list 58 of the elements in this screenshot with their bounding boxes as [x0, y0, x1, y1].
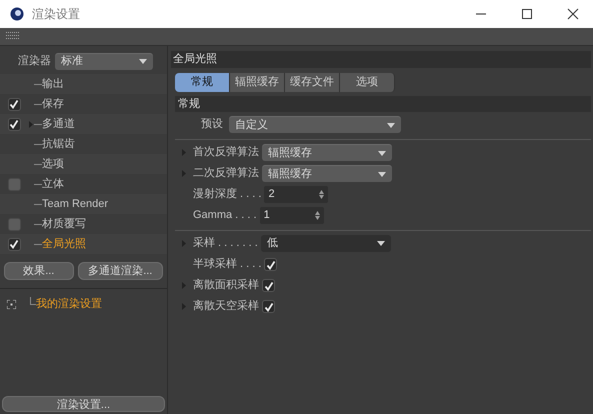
- setting-label: 离散面积采样: [193, 278, 259, 294]
- checkmark-icon: [9, 239, 19, 249]
- tree-item[interactable]: 保存: [42, 96, 64, 112]
- setting-label: 二次反弹算法: [193, 166, 259, 182]
- renderer-label: 渲染器: [18, 54, 51, 69]
- dropdown[interactable]: 辐照缓存: [262, 144, 392, 161]
- tree-item[interactable]: 抗锯齿: [42, 136, 75, 152]
- checkbox[interactable]: [8, 178, 20, 190]
- app-logo-icon: [10, 7, 24, 21]
- setting-label: 半球采样 . . . .: [193, 257, 262, 272]
- tree-item[interactable]: 输出: [42, 76, 64, 92]
- maximize-icon[interactable]: [521, 8, 533, 20]
- effect-button[interactable]: 效果...: [4, 262, 74, 280]
- focus-icon: [7, 300, 16, 308]
- caret-icon: [378, 172, 386, 176]
- spinner-icon[interactable]: [319, 190, 324, 199]
- tab[interactable]: 选项: [340, 73, 395, 92]
- dropdown[interactable]: 自定义: [229, 116, 401, 133]
- number-field[interactable]: 1: [260, 207, 324, 224]
- checked-checkbox[interactable]: [8, 98, 20, 110]
- dropdown[interactable]: 标准: [55, 52, 153, 70]
- setting-label: 首次反弹算法: [193, 145, 259, 160]
- tree-item[interactable]: 多通道: [42, 116, 75, 132]
- checked-checkbox[interactable]: [264, 258, 278, 271]
- setting-label: 漫射深度 . . . .: [193, 186, 262, 202]
- effect-button[interactable]: 多通道渲染...: [78, 262, 163, 280]
- tree-item[interactable]: 选项: [42, 156, 64, 172]
- tree-item[interactable]: 材质覆写: [42, 216, 86, 232]
- preset-label: 预设: [201, 117, 223, 132]
- checked-checkbox[interactable]: [262, 279, 275, 292]
- tab[interactable]: 常规: [175, 73, 230, 92]
- dropdown[interactable]: 低: [260, 235, 391, 252]
- setting-label: 离散天空采样: [193, 298, 259, 314]
- caret-icon: [387, 122, 395, 128]
- checkmark-icon: [266, 260, 276, 270]
- tab[interactable]: 缓存文件: [285, 73, 340, 92]
- checkmark-icon: [264, 302, 274, 312]
- tab[interactable]: 辐照缓存: [230, 73, 285, 92]
- checked-checkbox[interactable]: [8, 238, 20, 250]
- caret-icon: [376, 241, 385, 246]
- checkbox[interactable]: [8, 218, 20, 230]
- number-field[interactable]: 2: [264, 186, 328, 203]
- caret-icon: [378, 150, 386, 156]
- checked-checkbox[interactable]: [8, 118, 20, 130]
- settings-item[interactable]: 我的渲染设置: [36, 296, 102, 312]
- close-icon[interactable]: [567, 8, 579, 20]
- caret-icon: [139, 59, 147, 64]
- panel-header: 全局光照: [171, 51, 591, 68]
- checked-checkbox[interactable]: [262, 300, 275, 313]
- checkmark-icon: [264, 280, 274, 290]
- setting-label: Gamma . . . .: [193, 208, 257, 224]
- window-title: 渲染设置: [32, 6, 80, 23]
- section-header: 常规: [175, 96, 591, 112]
- spinner-icon[interactable]: [314, 211, 320, 220]
- render-settings-button[interactable]: 渲染设置...: [2, 396, 165, 412]
- dropdown[interactable]: 辐照缓存: [262, 165, 392, 182]
- setting-label: 采样 . . . . . . .: [193, 236, 258, 252]
- tree-item[interactable]: 立体: [42, 176, 64, 192]
